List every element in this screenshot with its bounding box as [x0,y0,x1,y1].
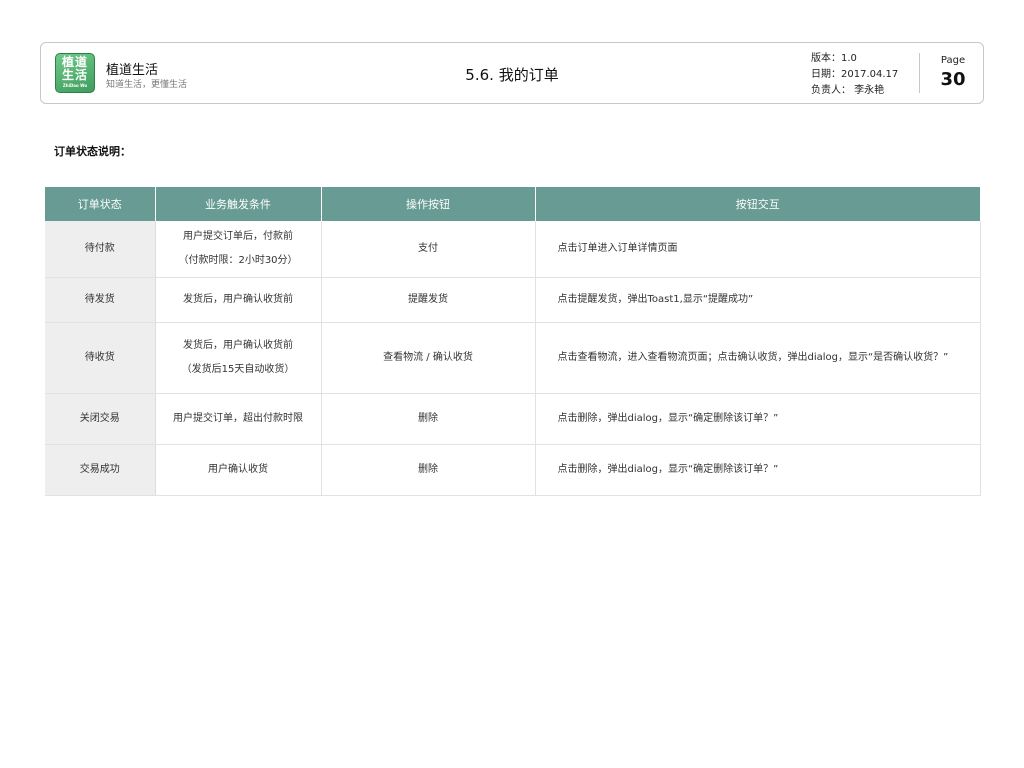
trigger-cell: 用户提交订单，超出付款时限 [155,393,322,445]
status-cell: 待发货 [45,277,156,323]
column-header-trigger: 业务触发条件 [155,187,322,221]
page-label: Page [940,55,966,66]
table-row: 待收货 发货后，用户确认收货前 （发货后15天自动收货） 查看物流 / 确认收货… [45,322,981,394]
status-cell: 待收货 [45,322,156,394]
trigger-line: （发货后15天自动收货） [181,363,295,375]
order-status-table: 订单状态 业务触发条件 操作按钮 按钮交互 待付款 用户提交订单后，付款前 （付… [45,187,981,496]
section-title: 订单状态说明： [54,145,131,158]
button-cell: 查看物流 / 确认收货 [321,322,536,394]
meta-owner: 负责人： 李永艳 [811,85,885,96]
trigger-cell: 用户确认收货 [155,444,322,496]
trigger-cell: 发货后，用户确认收货前 [155,277,322,323]
trigger-line: 用户提交订单后，付款前 [183,230,293,242]
table-row: 待发货 发货后，用户确认收货前 提醒发货 点击提醒发货，弹出Toast1,显示“… [45,277,981,323]
button-cell: 支付 [321,221,536,278]
doc-meta: 版本：1.0 日期：2017.04.17 负责人： 李永艳 [811,51,898,99]
status-cell: 交易成功 [45,444,156,496]
trigger-cell: 用户提交订单后，付款前 （付款时限：2小时30分） [155,221,322,278]
button-cell: 删除 [321,444,536,496]
meta-date: 日期：2017.04.17 [811,69,899,80]
interaction-cell: 点击订单进入订单详情页面 [535,221,981,278]
column-header-interaction: 按钮交互 [535,187,980,221]
table-row: 交易成功 用户确认收货 删除 点击删除，弹出dialog，显示“确定删除该订单？… [45,444,981,496]
interaction-cell: 点击提醒发货，弹出Toast1,显示“提醒成功” [535,277,981,323]
trigger-line: 用户提交订单，超出付款时限 [173,412,303,424]
table-row: 关闭交易 用户提交订单，超出付款时限 删除 点击删除，弹出dialog，显示“确… [45,393,981,445]
table-header-row: 订单状态 业务触发条件 操作按钮 按钮交互 [45,187,980,221]
status-cell: 待付款 [45,221,156,278]
status-cell: 关闭交易 [45,393,156,445]
button-cell: 提醒发货 [321,277,536,323]
trigger-line: （付款时限：2小时30分） [178,254,298,266]
page-number: 30 [940,69,966,90]
document-header: 植道生活 ZhiDao Wo 植道生活 知道生活，更懂生活 5.6. 我的订单 … [40,42,984,104]
interaction-cell: 点击删除，弹出dialog，显示“确定删除该订单？” [535,393,981,445]
table-row: 待付款 用户提交订单后，付款前 （付款时限：2小时30分） 支付 点击订单进入订… [45,221,981,278]
column-header-button: 操作按钮 [321,187,536,221]
interaction-cell: 点击删除，弹出dialog，显示“确定删除该订单？” [535,444,981,496]
trigger-cell: 发货后，用户确认收货前 （发货后15天自动收货） [155,322,322,394]
button-cell: 删除 [321,393,536,445]
trigger-line: 用户确认收货 [208,463,268,475]
trigger-line: 发货后，用户确认收货前 [183,339,293,351]
interaction-cell: 点击查看物流，进入查看物流页面；点击确认收货，弹出dialog，显示“是否确认收… [535,322,981,394]
column-header-status: 订单状态 [45,187,156,221]
trigger-line: 发货后，用户确认收货前 [183,293,293,305]
header-divider [919,53,920,93]
meta-version: 版本：1.0 [811,53,857,64]
